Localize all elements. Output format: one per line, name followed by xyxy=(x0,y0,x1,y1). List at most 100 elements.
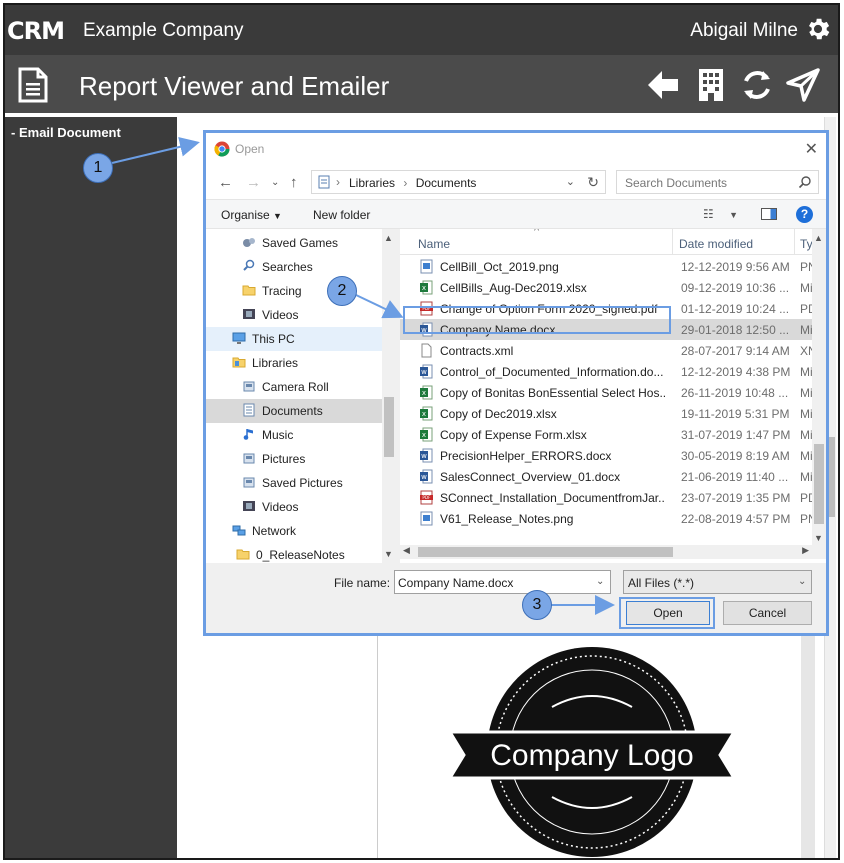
top-bar: CRM Example Company Abigail Milne xyxy=(5,5,838,55)
nav-scrollbar-thumb[interactable] xyxy=(384,397,394,457)
view-options-icon[interactable]: ☷ ▼ xyxy=(703,207,738,221)
refresh-icon[interactable] xyxy=(739,67,775,103)
breadcrumb-libraries[interactable]: Libraries xyxy=(349,176,395,190)
sidebar-item-label: Email Document xyxy=(18,125,121,140)
nav-item-documents[interactable]: Documents xyxy=(206,399,382,423)
user-name[interactable]: Abigail Milne xyxy=(690,20,798,42)
file-date: 23-07-2019 1:35 PM xyxy=(681,491,791,505)
new-folder-button[interactable]: New folder xyxy=(313,208,370,222)
nav-item-network[interactable]: Network xyxy=(206,519,382,543)
svg-text:x: x xyxy=(422,284,426,292)
file-row[interactable]: x Copy of Expense Form.xlsx 31-07-2019 1:4… xyxy=(400,424,826,445)
file-row[interactable]: Contracts.xml 28-07-2017 9:14 AM XN xyxy=(400,340,826,361)
file-list-hscrollbar-thumb[interactable] xyxy=(418,547,673,557)
nav-item-label: Libraries xyxy=(252,356,299,370)
preview-scrollbar[interactable] xyxy=(801,622,815,858)
file-row[interactable]: w SalesConnect_Overview_01.docx 21-06-2019… xyxy=(400,466,826,487)
open-button[interactable]: Open xyxy=(626,601,710,625)
nav-item-videos[interactable]: Videos xyxy=(206,495,382,519)
file-name: Copy of Dec2019.xlsx xyxy=(440,407,557,421)
scroll-up-icon[interactable]: ▲ xyxy=(384,233,393,243)
column-name[interactable]: Name xyxy=(418,237,450,251)
library-icon xyxy=(242,475,256,489)
building-icon[interactable] xyxy=(693,67,729,103)
word-file-icon: w xyxy=(420,322,433,337)
blank-file-icon xyxy=(420,343,433,358)
file-row[interactable]: w Control_of_Documented_Information.do...… xyxy=(400,361,826,382)
breadcrumb-documents[interactable]: Documents xyxy=(416,176,477,190)
sidebar-item-email-document[interactable]: - Email Document xyxy=(11,125,121,140)
chevron-down-icon[interactable]: ⌄ xyxy=(596,576,604,587)
scroll-up-icon[interactable]: ▲ xyxy=(814,233,823,243)
back-icon[interactable]: ← xyxy=(218,174,233,191)
dialog-title: Open xyxy=(235,142,265,156)
file-type-select[interactable]: All Files (*.*) xyxy=(623,570,812,594)
file-date: 01-12-2019 10:24 ... xyxy=(681,302,790,316)
navigation-pane: Saved Games Searches Tracing Videos This PC L… xyxy=(206,229,396,563)
scroll-down-icon[interactable]: ▼ xyxy=(814,533,823,543)
file-list-scrollbar[interactable]: ▲ ▼ xyxy=(812,229,826,545)
chevron-down-icon[interactable]: ⌄ xyxy=(798,576,806,587)
help-icon[interactable]: ? xyxy=(796,206,813,223)
nav-item-this-pc[interactable]: This PC xyxy=(206,327,382,351)
up-icon[interactable]: ↑ xyxy=(290,174,298,191)
close-icon[interactable]: ✕ xyxy=(805,139,818,159)
company-name: Example Company xyxy=(83,20,244,41)
address-bar[interactable]: › Libraries › Documents ⌄ ↻ xyxy=(311,170,606,194)
file-list: ^ Name Date modified Typ CellBill_Oct_20… xyxy=(400,229,826,563)
file-row[interactable]: V61_Release_Notes.png 22-08-2019 4:57 PM P… xyxy=(400,508,826,529)
column-type[interactable]: Typ xyxy=(800,237,812,251)
nav-item-label: Videos xyxy=(262,500,299,514)
nav-item-saved-games[interactable]: Saved Games xyxy=(206,231,382,255)
file-name-input[interactable]: Company Name.docx xyxy=(394,570,611,594)
collapse-icon: - xyxy=(11,125,16,140)
gear-icon[interactable] xyxy=(804,15,832,43)
preview-pane-icon[interactable] xyxy=(761,208,777,220)
file-row[interactable]: PDF SConnect_Installation_DocumentfromJar… xyxy=(400,487,826,508)
chevron-down-icon[interactable]: ⌄ xyxy=(566,175,575,188)
cancel-button[interactable]: Cancel xyxy=(723,601,812,625)
file-list-hscrollbar[interactable]: ◀ ▶ xyxy=(400,545,826,559)
folder-icon xyxy=(236,547,250,561)
file-list-header: ^ Name Date modified Typ xyxy=(400,229,826,255)
scroll-left-icon[interactable]: ◀ xyxy=(403,545,410,556)
nav-item-saved-pictures[interactable]: Saved Pictures xyxy=(206,471,382,495)
scroll-down-icon[interactable]: ▼ xyxy=(384,549,393,559)
refresh-icon[interactable]: ↻ xyxy=(587,174,599,191)
organise-button[interactable]: Organise ▼ xyxy=(221,208,282,222)
svg-text:w: w xyxy=(421,473,427,481)
file-row[interactable]: x Copy of Bonitas BonEssential Select Hos… xyxy=(400,382,826,403)
nav-item-pictures[interactable]: Pictures xyxy=(206,447,382,471)
folder-icon xyxy=(242,283,256,297)
search-input[interactable]: Search Documents xyxy=(616,170,819,194)
nav-item-0-releasenotes[interactable]: 0_ReleaseNotes xyxy=(206,543,382,563)
back-arrow-icon[interactable] xyxy=(645,67,681,103)
file-row[interactable]: w PrecisionHelper_ERRORS.docx 30-05-2019 8… xyxy=(400,445,826,466)
file-name: PrecisionHelper_ERRORS.docx xyxy=(440,449,612,463)
nav-scrollbar[interactable]: ▲ ▼ xyxy=(382,229,396,563)
svg-text:x: x xyxy=(422,389,426,397)
chevron-down-icon: ▼ xyxy=(273,211,282,221)
nav-item-camera-roll[interactable]: Camera Roll xyxy=(206,375,382,399)
file-row[interactable]: w Company Name.docx 29-01-2018 12:50 ... Mi xyxy=(400,319,826,340)
nav-item-music[interactable]: Music xyxy=(206,423,382,447)
forward-icon[interactable]: → xyxy=(246,174,261,191)
crm-logo: CRM xyxy=(7,17,65,45)
file-name: Copy of Bonitas BonEssential Select Hos.… xyxy=(440,386,665,400)
send-icon[interactable] xyxy=(785,67,821,103)
nav-item-libraries[interactable]: Libraries xyxy=(206,351,382,375)
nav-item-videos[interactable]: Videos xyxy=(206,303,382,327)
file-row[interactable]: x Copy of Dec2019.xlsx 19-11-2019 5:31 PM M… xyxy=(400,403,826,424)
nav-item-label: Network xyxy=(252,524,297,538)
file-row[interactable]: PDF Change of Option Form 2020_signed.pdf… xyxy=(400,298,826,319)
file-list-scrollbar-thumb[interactable] xyxy=(814,444,824,524)
column-date-modified[interactable]: Date modified xyxy=(679,237,753,251)
recent-dropdown-icon[interactable]: ⌄ xyxy=(271,177,279,188)
callout-2: 2 xyxy=(327,276,357,306)
file-date: 28-07-2017 9:14 AM xyxy=(681,344,790,358)
file-row[interactable]: CellBill_Oct_2019.png 12-12-2019 9:56 AM P… xyxy=(400,256,826,277)
file-date: 21-06-2019 11:40 ... xyxy=(681,470,789,484)
nav-item-searches[interactable]: Searches xyxy=(206,255,382,279)
scroll-right-icon[interactable]: ▶ xyxy=(802,545,809,556)
file-row[interactable]: x CellBills_Aug-Dec2019.xlsx 09-12-2019 10… xyxy=(400,277,826,298)
